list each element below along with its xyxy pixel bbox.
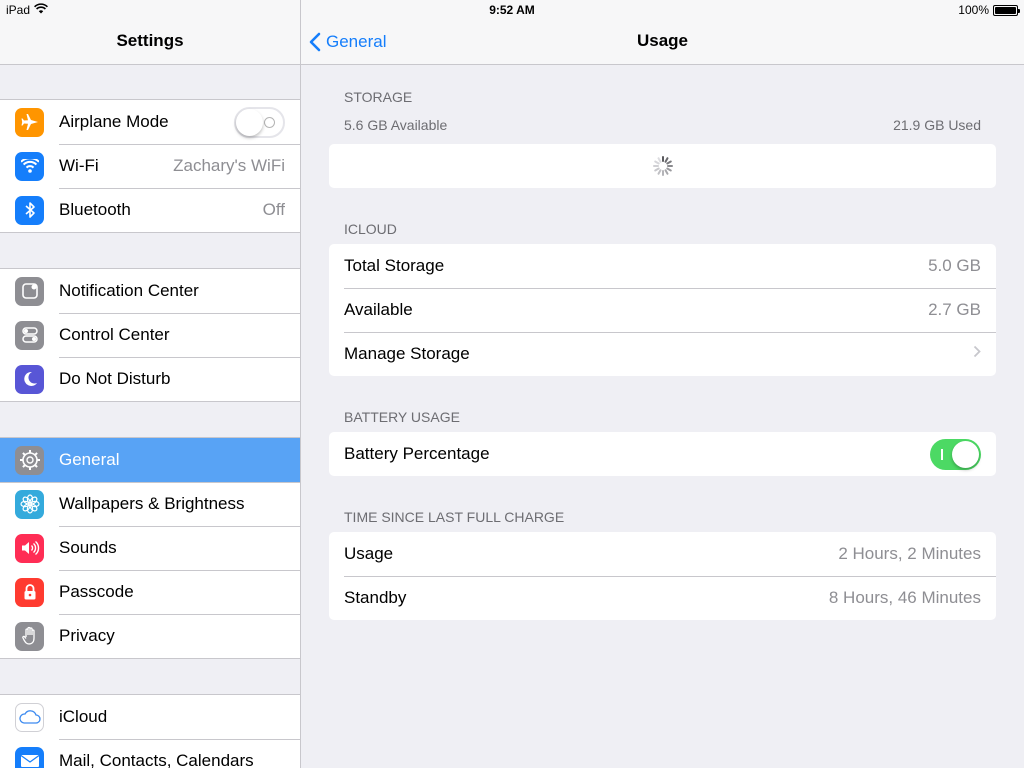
status-right: 100%: [958, 3, 1020, 17]
total-storage-label: Total Storage: [344, 256, 445, 275]
toggle-off-mark: [264, 116, 275, 128]
page-title: Usage: [636, 31, 689, 50]
notification-center-icon: [15, 276, 44, 306]
sidebar-item-control-center[interactable]: Control Center: [0, 313, 300, 357]
status-bar: iPad 9:52 AM 100%: [0, 0, 1024, 20]
sidebar-item-label: General: [59, 450, 120, 469]
sidebar-item-do-not-disturb[interactable]: Do Not Disturb: [0, 357, 300, 401]
sidebar-item-label: Privacy: [59, 626, 115, 645]
toggle-knob: [236, 108, 263, 136]
battery-icon: [993, 4, 1020, 16]
standby-label: Standby: [344, 588, 407, 607]
sidebar-title: Settings: [116, 31, 184, 50]
sidebar-item-wifi[interactable]: Wi-Fi Zachary's WiFi: [0, 144, 300, 188]
battery-usage-card: Battery Percentage: [329, 432, 996, 476]
wifi-icon: [15, 151, 44, 181]
battery-percentage-toggle[interactable]: [930, 438, 981, 470]
usage-value: 2 Hours, 2 Minutes: [838, 544, 981, 563]
wifi-network-value: Zachary's WiFi: [173, 156, 285, 175]
total-storage-value: 5.0 GB: [928, 256, 981, 275]
sidebar-item-label: Passcode: [59, 582, 134, 601]
icloud-card: Total Storage 5.0 GB Available 2.7 GB Ma…: [329, 244, 996, 376]
time-since-charge-header: TIME SINCE LAST FULL CHARGE: [344, 509, 565, 525]
sidebar-item-label: iCloud: [59, 707, 108, 726]
manage-storage-label: Manage Storage: [344, 344, 470, 363]
bluetooth-value: Off: [262, 200, 285, 219]
bluetooth-icon: [15, 195, 44, 225]
storage-header: STORAGE: [344, 89, 413, 105]
airplane-icon: [15, 107, 44, 137]
sidebar-item-label: Mail, Contacts, Calendars: [59, 751, 254, 768]
storage-summary: 5.6 GB Available 21.9 GB Used: [344, 115, 981, 135]
cloud-icon: [15, 702, 44, 732]
battery-percentage-row: Battery Percentage: [329, 432, 996, 476]
sidebar-item-passcode[interactable]: Passcode: [0, 570, 300, 614]
manage-storage-row[interactable]: Manage Storage: [329, 332, 996, 376]
sidebar: Settings Airplane Mode Wi-Fi Zachary's W…: [0, 0, 300, 768]
sidebar-item-bluetooth[interactable]: Bluetooth Off: [0, 188, 300, 232]
storage-card: [329, 144, 996, 188]
gear-icon: [15, 445, 44, 475]
battery-fill: [995, 6, 1016, 14]
icloud-total-storage-row: Total Storage 5.0 GB: [329, 244, 996, 288]
sidebar-item-label: Bluetooth: [59, 200, 131, 219]
standby-value: 8 Hours, 46 Minutes: [828, 588, 981, 607]
control-center-icon: [15, 320, 44, 350]
main-panel: General Usage STORAGE 5.6 GB Available 2…: [301, 0, 1024, 768]
sidebar-item-privacy[interactable]: Privacy: [0, 614, 300, 658]
time-since-charge-card: Usage 2 Hours, 2 Minutes Standby 8 Hours…: [329, 532, 996, 620]
sidebar-item-mail-contacts-calendars[interactable]: Mail, Contacts, Calendars: [0, 739, 300, 768]
hand-icon: [15, 621, 44, 651]
sidebar-item-airplane-mode[interactable]: Airplane Mode: [0, 100, 300, 144]
sidebar-item-label: Control Center: [59, 325, 170, 344]
available-label: Available: [344, 300, 413, 319]
moon-icon: [15, 364, 44, 394]
storage-available: 5.6 GB Available: [344, 117, 448, 133]
sidebar-group-accounts: iCloud Mail, Contacts, Calendars: [0, 694, 300, 768]
icloud-header: ICLOUD: [344, 221, 397, 237]
speaker-icon: [15, 533, 44, 563]
available-value: 2.7 GB: [928, 300, 981, 319]
sidebar-item-sounds[interactable]: Sounds: [0, 526, 300, 570]
usage-label: Usage: [344, 544, 394, 563]
sidebar-item-general[interactable]: General: [0, 438, 300, 482]
icloud-available-row: Available 2.7 GB: [329, 288, 996, 332]
sidebar-item-icloud[interactable]: iCloud: [0, 695, 300, 739]
sidebar-item-label: Sounds: [59, 538, 117, 557]
airplane-mode-toggle[interactable]: [234, 106, 285, 138]
battery-percent: 100%: [958, 3, 989, 17]
sidebar-item-label: Wallpapers & Brightness: [59, 494, 245, 513]
sidebar-group-system: General Wallpapers & Brightness Sounds P…: [0, 437, 300, 659]
split-divider: [300, 0, 301, 768]
spinner-icon: [652, 156, 673, 176]
standby-row: Standby 8 Hours, 46 Minutes: [329, 576, 996, 620]
sidebar-item-label: Do Not Disturb: [59, 369, 171, 388]
sidebar-group-centers: Notification Center Control Center Do No…: [0, 268, 300, 402]
status-time: 9:52 AM: [489, 3, 535, 17]
sidebar-item-label: Airplane Mode: [59, 112, 169, 131]
toggle-knob: [952, 440, 979, 468]
battery-usage-header: BATTERY USAGE: [344, 409, 460, 425]
sidebar-group-connectivity: Airplane Mode Wi-Fi Zachary's WiFi Bluet…: [0, 99, 300, 233]
sidebar-item-label: Wi-Fi: [59, 156, 99, 175]
sidebar-item-wallpapers-brightness[interactable]: Wallpapers & Brightness: [0, 482, 300, 526]
loading-spinner: [329, 144, 996, 188]
flower-icon: [15, 489, 44, 519]
mail-icon: [15, 746, 44, 768]
lock-icon: [15, 577, 44, 607]
chevron-right-icon: [973, 345, 981, 363]
sidebar-item-label: Notification Center: [59, 281, 199, 300]
usage-row: Usage 2 Hours, 2 Minutes: [329, 532, 996, 576]
storage-used: 21.9 GB Used: [893, 117, 981, 133]
sidebar-item-notification-center[interactable]: Notification Center: [0, 269, 300, 313]
battery-percentage-label: Battery Percentage: [344, 444, 490, 463]
toggle-on-mark: [941, 448, 943, 460]
